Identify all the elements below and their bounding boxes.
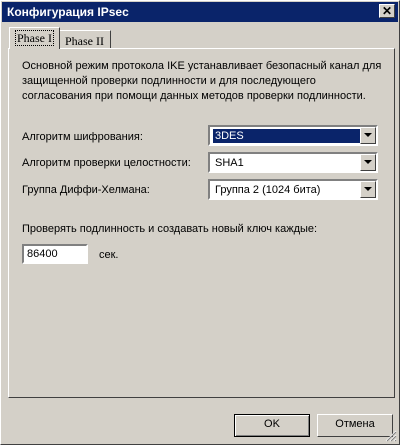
- phase-1-description: Основной режим протокола IKE устанавлива…: [22, 60, 382, 102]
- encryption-select[interactable]: 3DES: [208, 125, 378, 146]
- rekey-interval-label: Проверять подлинность и создавать новый …: [22, 223, 318, 235]
- ok-button[interactable]: OK: [234, 414, 310, 437]
- tab-phase-1-label: Phase I: [15, 30, 54, 46]
- close-button[interactable]: ✕: [379, 4, 395, 18]
- encryption-label: Алгоритм шифрования:: [22, 131, 143, 143]
- title-bar[interactable]: Конфигурация IPsec ✕: [2, 2, 398, 22]
- dh-group-value: Группа 2 (1024 бита): [215, 184, 321, 196]
- dh-group-label: Группа Диффи-Хелмана:: [22, 184, 150, 196]
- integrity-select[interactable]: SHA1: [208, 152, 378, 173]
- dh-group-dropdown-button[interactable]: [360, 181, 376, 198]
- rekey-unit-label: сек.: [99, 249, 119, 261]
- encryption-dropdown-button[interactable]: [360, 127, 376, 144]
- encryption-value: 3DES: [213, 129, 364, 143]
- window-title: Конфигурация IPsec: [7, 5, 129, 19]
- tab-phase-2-label: Phase II: [65, 34, 104, 48]
- chevron-down-icon: [364, 133, 372, 137]
- integrity-value: SHA1: [215, 157, 244, 169]
- chevron-down-icon: [364, 187, 372, 191]
- integrity-dropdown-button[interactable]: [360, 154, 376, 171]
- dh-group-select[interactable]: Группа 2 (1024 бита): [208, 179, 378, 200]
- tab-phase-2[interactable]: Phase II: [58, 30, 111, 50]
- integrity-label: Алгоритм проверки целостности:: [22, 157, 191, 169]
- cancel-button[interactable]: Отмена: [317, 414, 393, 437]
- close-icon: ✕: [381, 4, 393, 18]
- phase-1-panel: Основной режим протокола IKE устанавлива…: [8, 48, 395, 398]
- ipsec-config-dialog: Конфигурация IPsec ✕ Phase I Phase II Ос…: [0, 0, 400, 445]
- tab-phase-1[interactable]: Phase I: [9, 27, 60, 49]
- rekey-interval-input[interactable]: [22, 244, 88, 264]
- resize-grip-icon[interactable]: [385, 430, 397, 442]
- chevron-down-icon: [364, 160, 372, 164]
